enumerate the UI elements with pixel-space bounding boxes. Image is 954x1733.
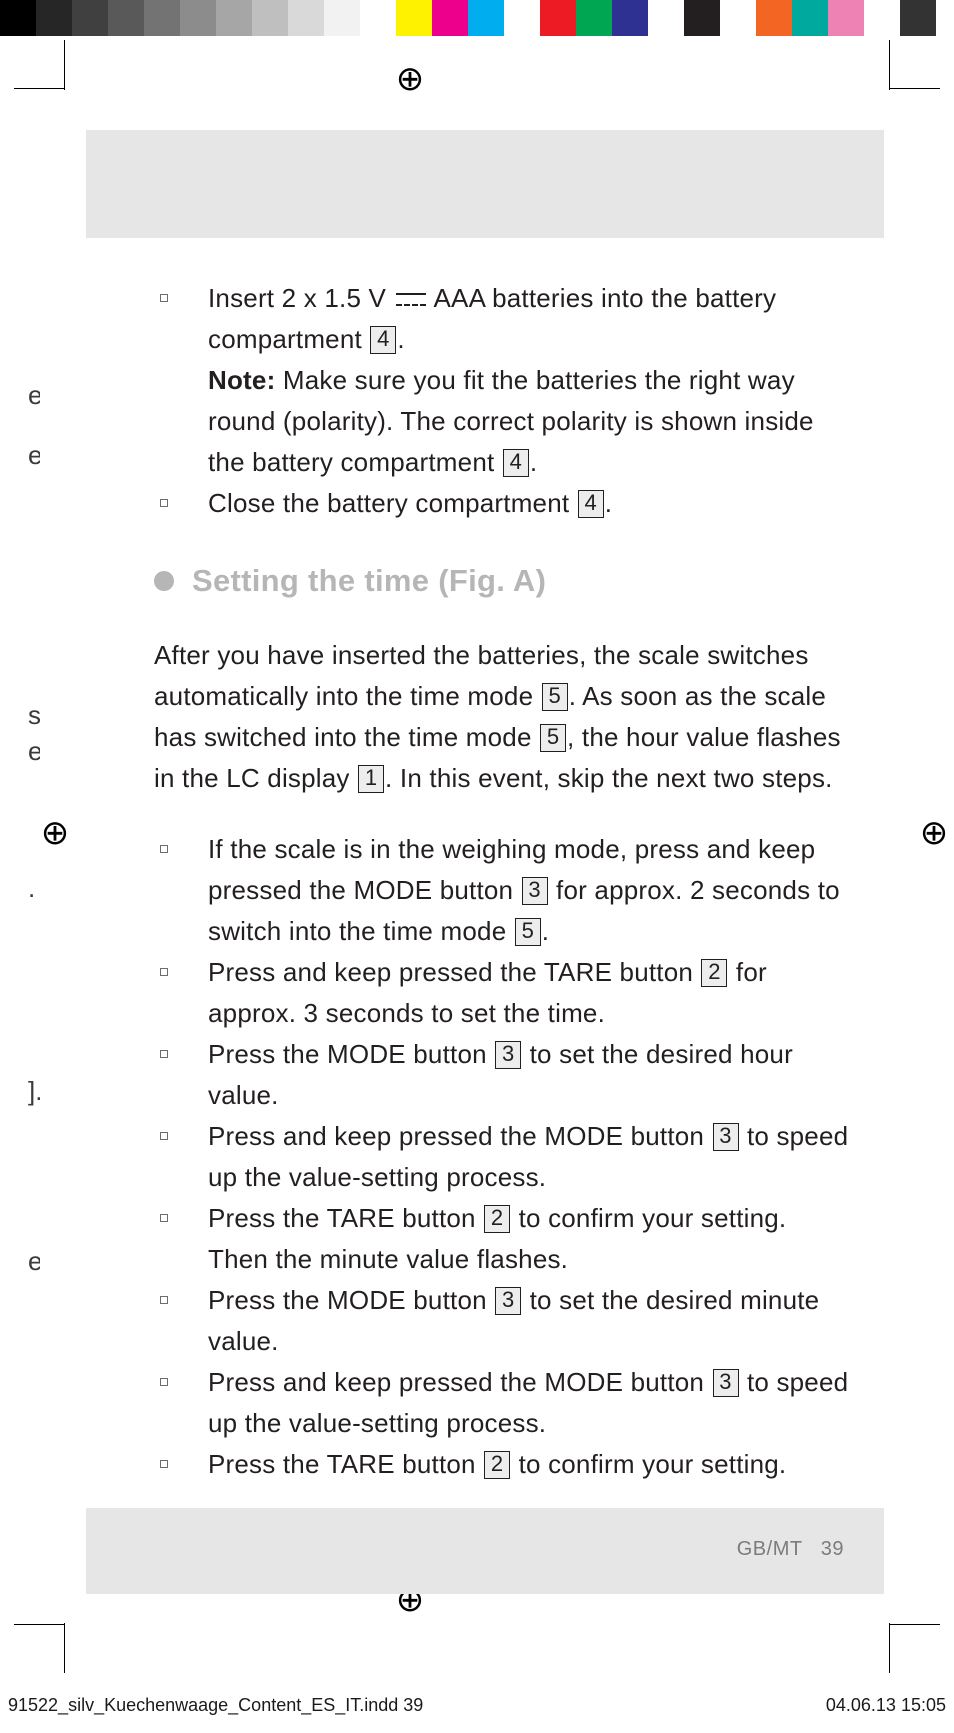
color-swatch <box>720 0 756 36</box>
color-swatch <box>468 0 504 36</box>
color-swatch <box>864 0 900 36</box>
bullet-icon <box>154 571 174 591</box>
registration-mark-icon: ⊕ <box>38 816 72 850</box>
body-text: Insert 2 x 1.5 V AAA batteries into the … <box>154 278 850 1458</box>
list-item: Press the MODE button 3 to set the desir… <box>154 1280 850 1362</box>
color-swatch <box>324 0 360 36</box>
dc-symbol-icon <box>396 293 426 307</box>
part-ref: 3 <box>522 877 548 905</box>
section-heading: Setting the time (Fig. A) <box>154 560 850 601</box>
cutoff-text: s <box>28 700 40 731</box>
battery-steps-list: Insert 2 x 1.5 V AAA batteries into the … <box>154 278 850 524</box>
part-ref: 3 <box>495 1287 521 1315</box>
part-ref: 5 <box>515 918 541 946</box>
part-ref: 3 <box>713 1369 739 1397</box>
color-swatch <box>612 0 648 36</box>
part-ref: 3 <box>713 1123 739 1151</box>
cutoff-text: ]. <box>28 1076 40 1107</box>
footer-locale: GB/MT <box>737 1538 803 1560</box>
text: Press the TARE button <box>208 1203 483 1233</box>
color-swatch <box>684 0 720 36</box>
color-swatch <box>108 0 144 36</box>
note-label: Note: <box>208 365 275 395</box>
part-ref: 4 <box>578 490 604 518</box>
part-ref: 1 <box>358 765 384 793</box>
text: . <box>542 916 549 946</box>
part-ref: 4 <box>503 449 529 477</box>
text: Press and keep pressed the MODE button <box>208 1121 712 1151</box>
cutoff-text: . <box>28 873 40 904</box>
registration-mark-icon: ⊕ <box>393 62 427 96</box>
text: Press and keep pressed the TARE button <box>208 957 700 987</box>
list-item: Press the MODE button 3 to set the desir… <box>154 1034 850 1116</box>
slug-file: 91522_silv_Kuechenwaage_Content_ES_IT.in… <box>8 1695 423 1716</box>
intro-paragraph: After you have inserted the batteries, t… <box>154 635 850 799</box>
color-swatch <box>792 0 828 36</box>
part-ref: 5 <box>542 683 568 711</box>
list-item: Press and keep pressed the MODE button 3… <box>154 1362 850 1444</box>
color-swatch <box>0 0 36 36</box>
cutoff-text: e <box>28 440 40 471</box>
text: . In this event, skip the next two steps… <box>385 763 833 793</box>
color-swatch <box>576 0 612 36</box>
color-swatch <box>180 0 216 36</box>
color-swatch <box>756 0 792 36</box>
text: . <box>397 324 404 354</box>
footer-page-number: 39 <box>821 1538 844 1560</box>
part-ref: 3 <box>495 1041 521 1069</box>
part-ref: 4 <box>370 326 396 354</box>
list-item: Press the TARE button 2 to confirm your … <box>154 1198 850 1280</box>
color-swatch <box>360 0 396 36</box>
cutoff-text: e <box>28 736 40 767</box>
section-title: Setting the time (Fig. A) <box>192 560 546 601</box>
list-item: Close the battery compartment 4. <box>154 483 850 524</box>
header-gray-band <box>86 130 884 238</box>
time-setting-steps-list: If the scale is in the weighing mode, pr… <box>154 829 850 1485</box>
color-swatch <box>252 0 288 36</box>
cutoff-text: e <box>28 380 40 411</box>
text: . <box>530 447 537 477</box>
text: Press the TARE button <box>208 1449 483 1479</box>
list-item: If the scale is in the weighing mode, pr… <box>154 829 850 952</box>
part-ref: 2 <box>701 959 727 987</box>
part-ref: 5 <box>540 724 566 752</box>
list-item: Press and keep pressed the MODE button 3… <box>154 1116 850 1198</box>
color-swatch <box>288 0 324 36</box>
color-swatch <box>144 0 180 36</box>
list-item: Press the TARE button 2 to confirm your … <box>154 1444 850 1485</box>
slug-timestamp: 04.06.13 15:05 <box>826 1695 946 1716</box>
color-swatch <box>648 0 684 36</box>
printer-color-bar <box>0 0 954 36</box>
page-footer: GB/MT 39 <box>737 1538 844 1561</box>
color-swatch <box>72 0 108 36</box>
cutoff-text: e. <box>28 1246 40 1277</box>
text: Press the MODE button <box>208 1039 494 1069</box>
color-swatch <box>504 0 540 36</box>
color-swatch <box>900 0 936 36</box>
color-swatch <box>216 0 252 36</box>
color-swatch <box>36 0 72 36</box>
text: Close the battery compartment <box>208 488 577 518</box>
text: . <box>605 488 612 518</box>
list-item: Insert 2 x 1.5 V AAA batteries into the … <box>154 278 850 483</box>
text: Insert 2 x 1.5 V <box>208 283 394 313</box>
text: Press the MODE button <box>208 1285 494 1315</box>
color-swatch <box>396 0 432 36</box>
text: to confirm your setting. <box>511 1449 786 1479</box>
text: Press and keep pressed the MODE button <box>208 1367 712 1397</box>
part-ref: 2 <box>484 1205 510 1233</box>
page: Insert 2 x 1.5 V AAA batteries into the … <box>86 130 884 1618</box>
color-swatch <box>432 0 468 36</box>
color-swatch <box>540 0 576 36</box>
registration-mark-icon: ⊕ <box>917 816 951 850</box>
color-swatch <box>828 0 864 36</box>
list-item: Press and keep pressed the TARE button 2… <box>154 952 850 1034</box>
part-ref: 2 <box>484 1451 510 1479</box>
